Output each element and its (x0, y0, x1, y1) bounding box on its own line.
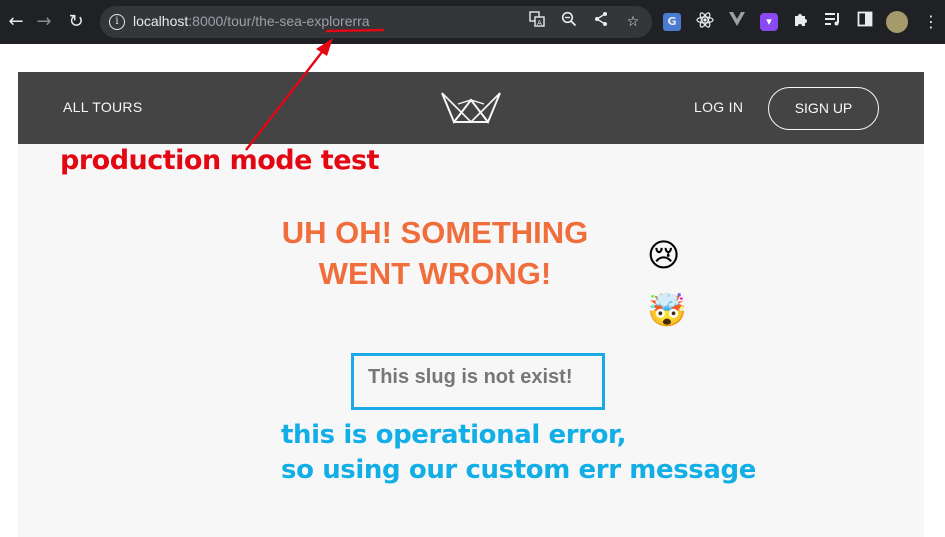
exploding-head-emoji-icon: 🤯 (647, 291, 687, 329)
zoom-icon[interactable] (558, 11, 580, 33)
natours-logo-icon[interactable] (440, 90, 502, 124)
forward-button[interactable]: → (30, 8, 58, 36)
svg-text:A: A (537, 19, 542, 27)
error-message: This slug is not exist! (368, 366, 573, 388)
url-host: localhost (133, 13, 189, 29)
site-header: ALL TOURS LOG IN SIGN UP (18, 72, 924, 144)
purple-extension-icon[interactable]: ▾ (760, 13, 778, 31)
error-title: UH OH! SOMETHING WENT WRONG! (268, 212, 602, 294)
address-bar[interactable]: i localhost:8000/tour/the-sea-explorerra… (100, 6, 652, 38)
signup-button[interactable]: SIGN UP (768, 87, 879, 130)
google-translate-extension-icon[interactable]: G (663, 13, 681, 31)
nav-login-link[interactable]: LOG IN (694, 99, 743, 115)
nav-all-tours-link[interactable]: ALL TOURS (63, 99, 142, 115)
operational-error-annotation-line-2: so using our custom err message (281, 455, 756, 485)
error-title-line-1: UH OH! SOMETHING (281, 215, 589, 250)
translate-icon[interactable]: A (526, 11, 548, 33)
back-button[interactable]: ← (2, 8, 30, 36)
sidebar-icon[interactable] (854, 11, 876, 33)
react-devtools-icon[interactable] (694, 11, 716, 33)
production-mode-annotation: production mode test (60, 145, 380, 176)
error-title-line-2: WENT WRONG! (318, 256, 552, 291)
operational-error-annotation-line-1: this is operational error, (281, 420, 627, 450)
vue-devtools-icon[interactable] (726, 11, 748, 33)
url-text[interactable]: localhost:8000/tour/the-sea-explorerra (133, 13, 370, 29)
site-info-icon[interactable]: i (109, 14, 125, 30)
media-queue-icon[interactable] (822, 11, 844, 33)
menu-dots-icon[interactable]: ⋮ (920, 11, 942, 33)
puzzle-extensions-icon[interactable] (790, 11, 812, 33)
reload-button[interactable]: ↻ (62, 8, 90, 36)
crying-face-emoji-icon: 😢 (647, 236, 681, 274)
url-path: :8000/tour/the-sea-explorerra (188, 13, 370, 29)
bookmark-star-icon[interactable]: ☆ (622, 11, 644, 33)
share-icon[interactable] (590, 11, 612, 33)
browser-toolbar: ← → ↻ i localhost:8000/tour/the-sea-expl… (0, 0, 945, 44)
profile-avatar[interactable] (886, 11, 908, 33)
